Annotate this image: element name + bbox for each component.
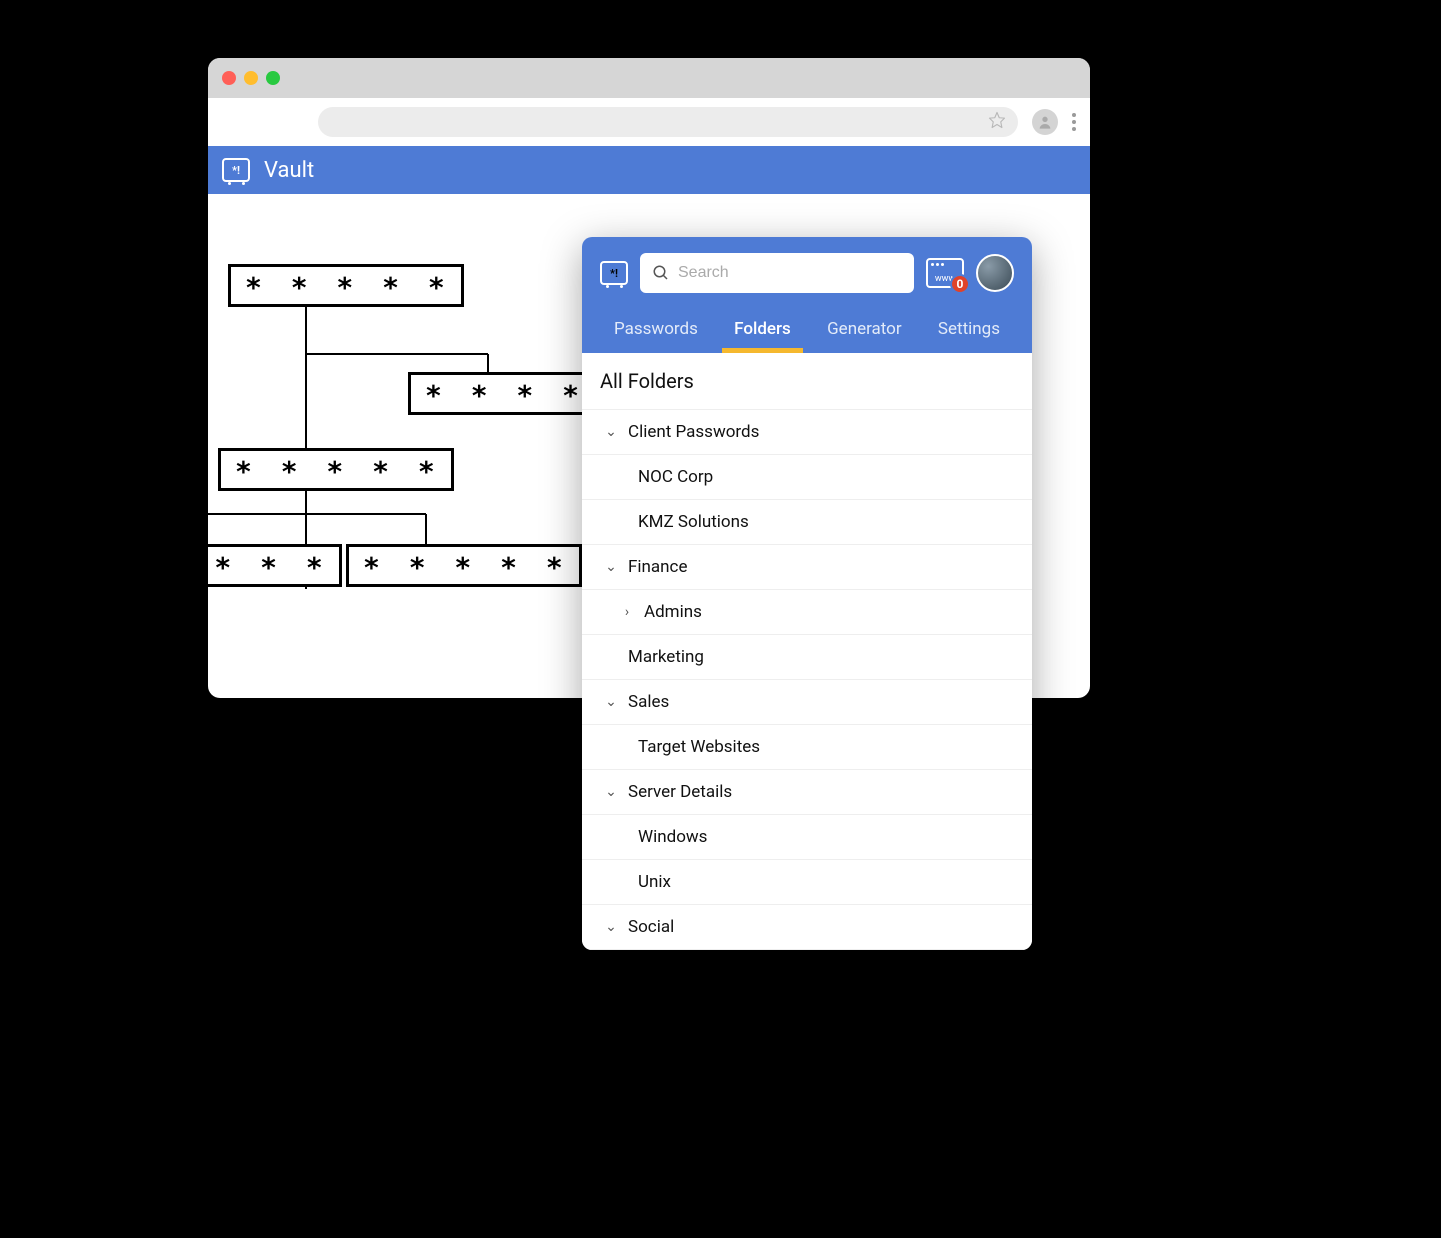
vault-logo-icon: *! <box>222 158 250 182</box>
folder-admins[interactable]: › Admins <box>582 590 1032 635</box>
notification-badge: 0 <box>950 274 970 294</box>
close-window-icon[interactable] <box>222 71 236 85</box>
chevron-right-icon: › <box>620 604 634 620</box>
chevron-down-icon: ⌄ <box>604 424 618 440</box>
app-header: *! Vault <box>208 146 1090 194</box>
folder-windows[interactable]: Windows <box>582 815 1032 860</box>
url-bar[interactable] <box>318 107 1018 137</box>
folder-label: Unix <box>638 872 671 892</box>
diagram-node-mid: * * * * * <box>218 448 454 491</box>
popup-top-bar: *! www 0 <box>600 253 1014 293</box>
bookmark-star-icon[interactable] <box>988 111 1006 133</box>
tab-folders[interactable]: Folders <box>728 311 797 353</box>
folder-label: Server Details <box>628 782 732 802</box>
vault-popup: *! www 0 Passwords Folders Generator Set… <box>582 237 1032 950</box>
folder-label: Finance <box>628 557 687 577</box>
password-tree-diagram: * * * * * * * * * * * * * * * * * * * * … <box>208 254 608 614</box>
chevron-down-icon: ⌄ <box>604 694 618 710</box>
folder-kmz-solutions[interactable]: KMZ Solutions <box>582 500 1032 545</box>
folder-finance[interactable]: ⌄ Finance <box>582 545 1032 590</box>
folder-label: Social <box>628 917 674 937</box>
window-titlebar <box>208 58 1090 98</box>
folder-list: All Folders ⌄ Client Passwords NOC Corp … <box>582 353 1032 950</box>
diagram-node-leaf-left: * * * * * <box>208 544 342 587</box>
tab-passwords[interactable]: Passwords <box>608 311 704 353</box>
search-icon <box>652 264 670 282</box>
folder-label: Sales <box>628 692 669 712</box>
browser-menu-icon[interactable] <box>1072 113 1076 131</box>
chevron-down-icon: ⌄ <box>604 919 618 935</box>
folder-social[interactable]: ⌄ Social <box>582 905 1032 950</box>
folder-label: Marketing <box>628 647 704 667</box>
folder-label: Admins <box>644 602 702 622</box>
folder-unix[interactable]: Unix <box>582 860 1032 905</box>
app-title: Vault <box>264 158 314 183</box>
folder-label: NOC Corp <box>638 467 713 487</box>
browser-toolbar <box>208 98 1090 146</box>
search-input[interactable] <box>678 264 902 282</box>
user-avatar[interactable] <box>976 254 1014 292</box>
diagram-node-leaf-right: * * * * * <box>346 544 582 587</box>
tab-settings[interactable]: Settings <box>932 311 1006 353</box>
folder-server-details[interactable]: ⌄ Server Details <box>582 770 1032 815</box>
folder-sales[interactable]: ⌄ Sales <box>582 680 1032 725</box>
minimize-window-icon[interactable] <box>244 71 258 85</box>
diagram-node-root: * * * * * <box>228 264 464 307</box>
search-box[interactable] <box>640 253 914 293</box>
folder-marketing[interactable]: Marketing <box>582 635 1032 680</box>
folder-label: Client Passwords <box>628 422 759 442</box>
popup-tabs: Passwords Folders Generator Settings <box>600 311 1014 353</box>
folder-label: Windows <box>638 827 707 847</box>
popup-logo-icon: *! <box>600 261 628 285</box>
folders-heading: All Folders <box>582 353 1032 410</box>
maximize-window-icon[interactable] <box>266 71 280 85</box>
folder-label: Target Websites <box>638 737 760 757</box>
popup-header: *! www 0 Passwords Folders Generator Set… <box>582 237 1032 353</box>
tab-generator[interactable]: Generator <box>821 311 908 353</box>
folder-target-websites[interactable]: Target Websites <box>582 725 1032 770</box>
browser-profile-icon[interactable] <box>1032 109 1058 135</box>
folder-label: KMZ Solutions <box>638 512 749 532</box>
chevron-down-icon: ⌄ <box>604 559 618 575</box>
chevron-down-icon: ⌄ <box>604 784 618 800</box>
sites-button[interactable]: www 0 <box>926 258 964 288</box>
folder-client-passwords[interactable]: ⌄ Client Passwords <box>582 410 1032 455</box>
folder-noc-corp[interactable]: NOC Corp <box>582 455 1032 500</box>
